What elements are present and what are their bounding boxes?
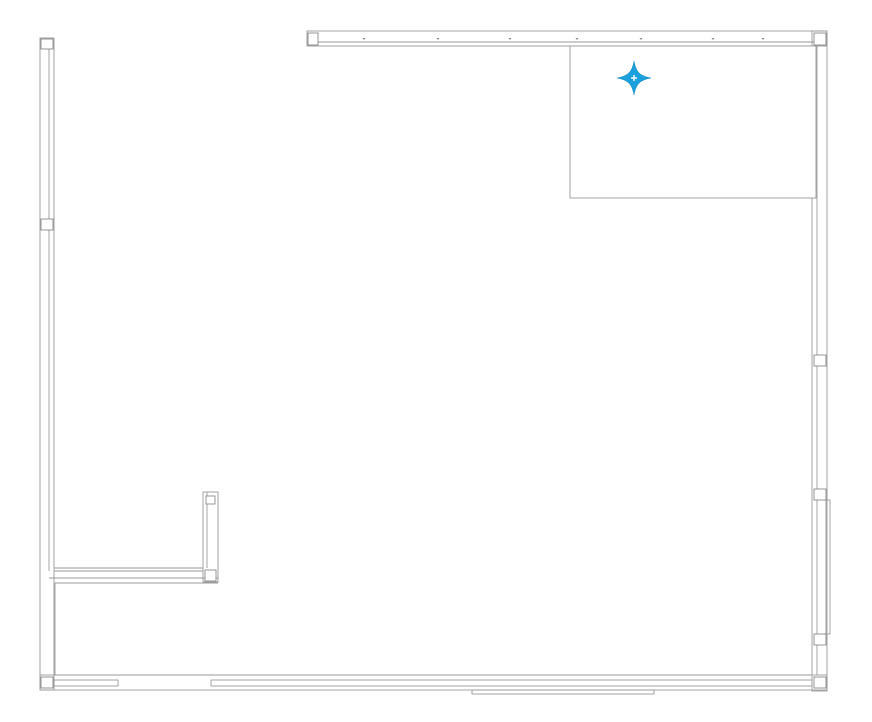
- column: [40, 218, 54, 231]
- interior-partition: [49, 491, 219, 675]
- room-region-upper-right[interactable]: [569, 45, 817, 199]
- beam-tick-mark: [711, 38, 715, 40]
- left-wall: [39, 37, 55, 691]
- floor-plan-canvas[interactable]: [0, 0, 872, 722]
- column: [813, 633, 827, 646]
- column: [307, 32, 319, 46]
- column: [813, 488, 827, 501]
- beam-tick-mark: [575, 38, 579, 40]
- top-beam-tick-marks: [311, 38, 822, 40]
- column: [813, 676, 827, 689]
- column: [813, 354, 827, 367]
- top-beam: [306, 30, 828, 47]
- beam-tick-mark: [639, 38, 643, 40]
- column: [40, 38, 54, 50]
- beam-tick-mark: [436, 38, 440, 40]
- column: [40, 676, 54, 689]
- beam-tick-mark: [362, 38, 366, 40]
- column: [813, 32, 827, 46]
- beam-tick-mark: [761, 38, 765, 40]
- beam-tick-mark: [508, 38, 512, 40]
- column: [204, 569, 217, 582]
- bottom-wall: [39, 674, 828, 695]
- column: [205, 495, 216, 505]
